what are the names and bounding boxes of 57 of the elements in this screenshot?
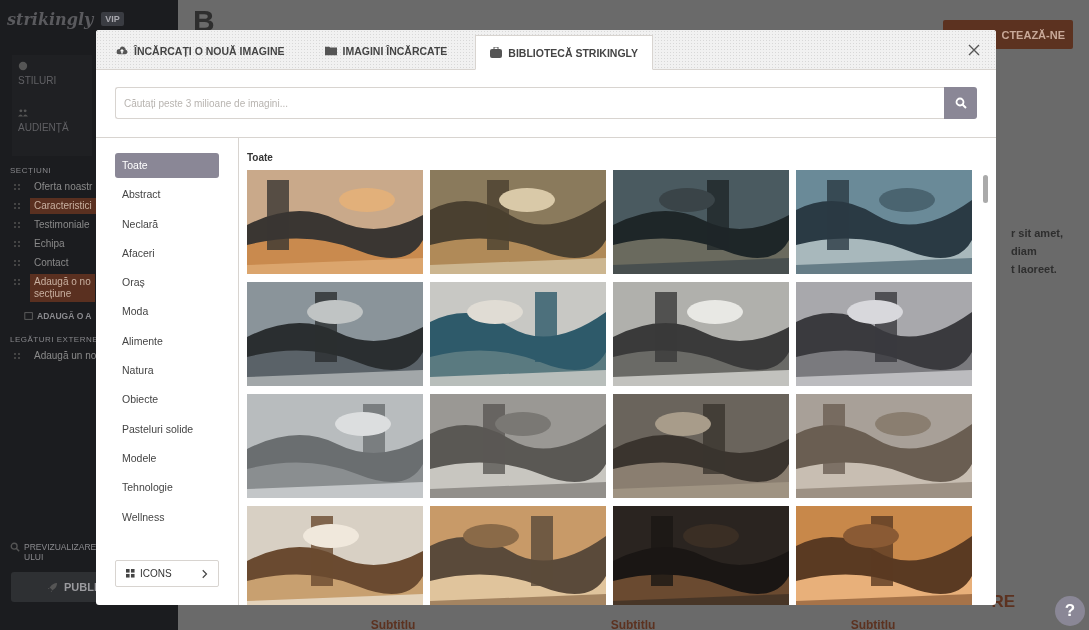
logo: strikingly — [7, 9, 94, 29]
category-item[interactable]: Tehnologie — [115, 475, 219, 501]
tab[interactable]: IMAGINI ÎNCĂRCATE — [304, 31, 468, 70]
search-button[interactable] — [944, 87, 977, 119]
category-item[interactable]: Modele — [115, 445, 219, 471]
icons-button[interactable]: ICONS — [115, 560, 219, 587]
section-item[interactable]: Adaugă o no secțiune — [30, 274, 95, 302]
category-item[interactable]: Afaceri — [115, 240, 219, 266]
subtitle: Subtitlu — [370, 618, 416, 630]
palette-icon — [18, 61, 28, 71]
folder-icon — [324, 45, 337, 56]
category-item[interactable]: Oraș — [115, 270, 219, 296]
drag-handle-icon[interactable] — [14, 260, 20, 266]
add-page-icon — [24, 311, 34, 321]
category-item[interactable]: Neclară — [115, 211, 219, 237]
section-heading: SECȚIUNI — [10, 166, 52, 175]
search-icon — [10, 542, 20, 552]
vip-badge: VIP — [101, 12, 124, 26]
gallery-heading: Toate — [247, 152, 274, 163]
paragraph: r sit amet, diam t laoreet. — [1011, 226, 1064, 277]
drag-handle-icon[interactable] — [14, 203, 20, 209]
category-item[interactable]: Pasteluri solide — [115, 416, 219, 442]
subtitle: Subtitlu — [610, 618, 656, 630]
briefcase-icon — [490, 47, 503, 58]
category-item[interactable]: Wellness — [115, 504, 219, 530]
category-item[interactable]: Toate — [115, 153, 219, 178]
category-item[interactable]: Obiecte — [115, 387, 219, 413]
section-item[interactable]: Caracteristici — [30, 198, 96, 214]
search-field[interactable]: Căutați peste 3 milioane de imagini... — [115, 87, 944, 119]
section-heading: LEGĂTURI EXTERNE — [10, 335, 98, 344]
chevron-right-icon — [202, 568, 208, 579]
add-button[interactable]: ADAUGĂ O A — [37, 311, 92, 321]
category-item[interactable]: Abstract — [115, 182, 219, 208]
drag-handle-icon[interactable] — [14, 279, 20, 285]
section-item[interactable]: Echipa — [30, 236, 69, 252]
category-item[interactable]: Natura — [115, 358, 219, 384]
tab[interactable]: BIBLIOTECĂ STRIKINGLY — [475, 35, 653, 70]
search-icon — [954, 97, 967, 109]
rocket-icon — [47, 581, 58, 593]
help-button[interactable]: ? — [1055, 596, 1085, 626]
section-item[interactable]: Oferta noastr — [30, 179, 97, 195]
preview-link[interactable]: PREVIZUALIZARE ULUI — [24, 542, 97, 562]
people-icon — [18, 108, 28, 118]
drag-handle-icon[interactable] — [14, 184, 20, 190]
link-item[interactable]: Adaugă un no — [30, 348, 101, 364]
drag-handle-icon[interactable] — [14, 222, 20, 228]
drag-handle-icon[interactable] — [14, 241, 20, 247]
subtitle: Subtitlu — [850, 618, 896, 630]
section-item[interactable]: Testimoniale — [30, 217, 94, 233]
grid-icon — [126, 569, 135, 578]
drag-handle-icon[interactable] — [14, 353, 20, 359]
category-item[interactable]: Moda — [115, 299, 219, 325]
category-item[interactable]: Alimente — [115, 328, 219, 354]
scrollbar[interactable] — [983, 175, 988, 203]
tab[interactable]: ÎNCĂRCAȚI O NOUĂ IMAGINE — [96, 31, 305, 70]
section-item[interactable]: Contact — [30, 255, 73, 271]
cloud-upload-icon — [116, 45, 128, 56]
